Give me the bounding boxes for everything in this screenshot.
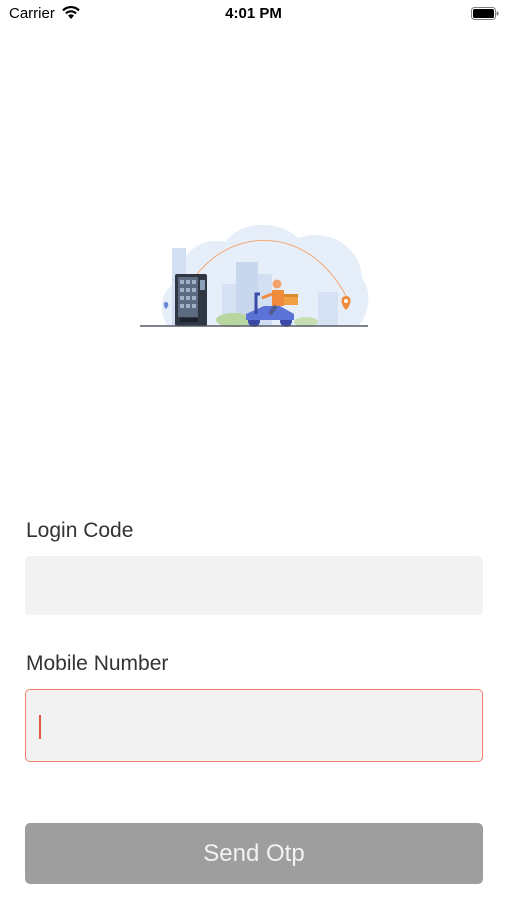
mobile-number-field[interactable] — [25, 689, 483, 762]
login-code-field[interactable] — [25, 556, 483, 615]
delivery-scooter-illustration — [140, 224, 369, 327]
battery-icon — [471, 7, 499, 20]
clock-time: 4:01 PM — [225, 5, 282, 22]
text-caret — [39, 715, 41, 739]
login-code-label: Login Code — [26, 519, 134, 542]
mobile-number-label: Mobile Number — [26, 652, 169, 675]
status-bar: Carrier 4:01 PM — [0, 0, 507, 30]
send-otp-button[interactable]: Send Otp — [25, 823, 483, 884]
